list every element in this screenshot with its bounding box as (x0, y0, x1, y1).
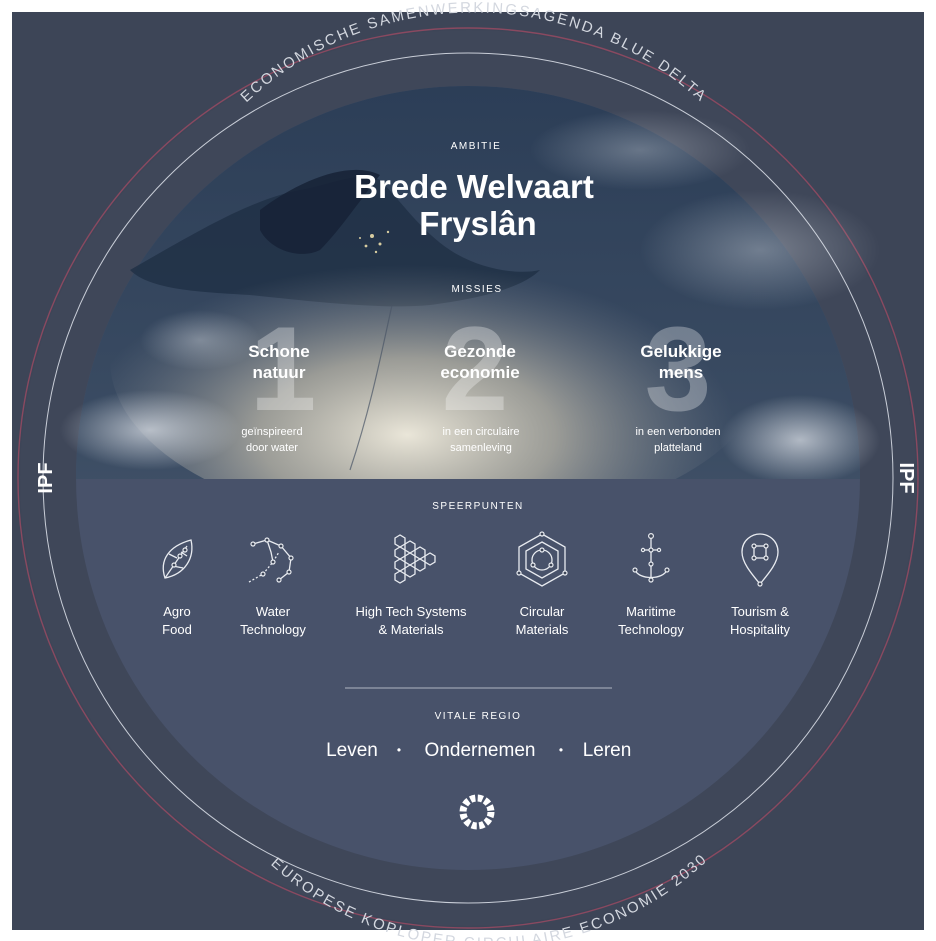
missie-3: 3 Gelukkige mens in een verbonden platte… (635, 302, 721, 454)
speerpunt-label: High Tech Systems (355, 604, 467, 619)
vitale-regio-label: VITALE REGIO (435, 711, 522, 722)
missie-subtitle: samenleving (450, 442, 512, 454)
missie-title: economie (440, 363, 519, 382)
missie-title: Gezonde (444, 342, 516, 361)
speerpunt-label: Circular (520, 604, 565, 619)
vitale-regio-separator: • (559, 743, 563, 757)
speerpunt-label: Food (162, 622, 192, 637)
missie-subtitle: in een circulaire (442, 426, 519, 438)
missie-title: mens (659, 363, 703, 382)
vitale-regio-item-leven: Leven (326, 740, 378, 761)
missie-subtitle: platteland (654, 442, 702, 454)
speerpunt-label: Materials (516, 622, 569, 637)
missie-title: natuur (253, 363, 306, 382)
missie-title: Gelukkige (640, 342, 721, 361)
missie-1: 1 Schone natuur geïnspireerd door water (241, 302, 316, 454)
missie-subtitle: door water (246, 442, 298, 454)
vitale-regio-item-leren: Leren (583, 740, 632, 761)
missie-subtitle: in een verbonden (635, 426, 720, 438)
speerpunt-label: Hospitality (730, 622, 790, 637)
missie-subtitle: geïnspireerd (241, 426, 302, 438)
speerpunt-label: Tourism & (731, 604, 789, 619)
speerpunt-label: & Materials (378, 622, 444, 637)
speerpunt-label: Maritime (626, 604, 676, 619)
vitale-regio-item-ondernemen: Ondernemen (425, 740, 536, 761)
speerpunt-label: Technology (240, 622, 306, 637)
speerpunt-label: Technology (618, 622, 684, 637)
speerpunten-label: SPEERPUNTEN (432, 501, 524, 512)
missie-2: 2 Gezonde economie in een circulaire sam… (440, 302, 519, 454)
diagram-canvas: ECONOMISCHE SAMENWERKINGSAGENDA BLUE DEL… (0, 0, 936, 941)
speerpunt-label: Water (256, 604, 291, 619)
missie-title: Schone (248, 342, 309, 361)
vitale-regio-separator: • (397, 743, 401, 757)
missies-label: MISSIES (451, 284, 502, 295)
ambitie-title-line1: Brede Welvaart (354, 168, 594, 205)
ipf-logo-right: IPF (895, 462, 917, 493)
ambitie-label: AMBITIE (451, 141, 502, 152)
ambitie-title-line2: Fryslân (419, 205, 536, 242)
ipf-logo-left: IPF (35, 462, 57, 493)
speerpunt-label: Agro (163, 604, 190, 619)
